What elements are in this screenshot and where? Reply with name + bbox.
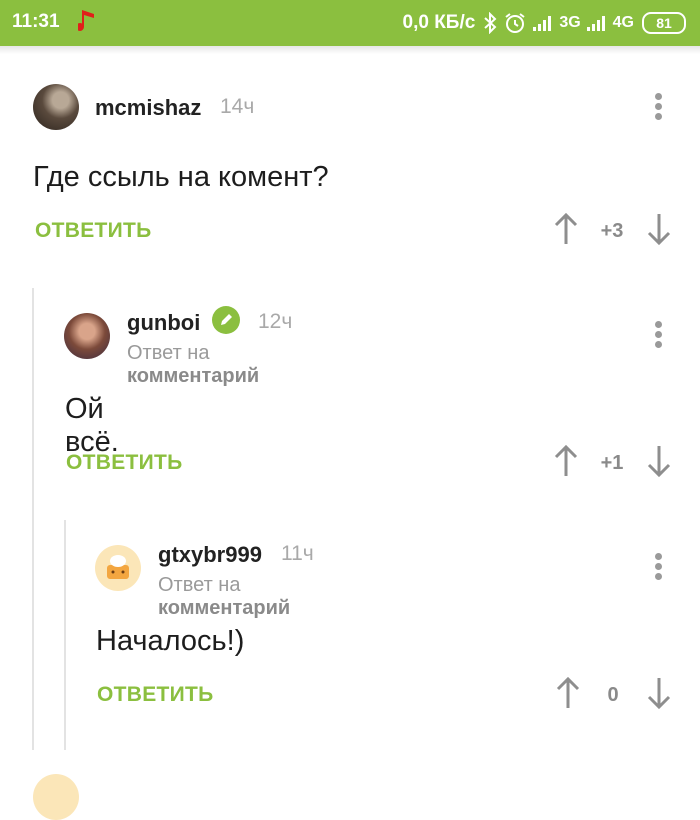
more-options-icon[interactable] <box>654 321 664 349</box>
more-options-icon[interactable] <box>654 93 664 121</box>
reply-button[interactable]: ОТВЕТИТЬ <box>97 683 214 707</box>
comment-score: 0 <box>607 684 619 706</box>
comment-author[interactable]: gtxybr999 <box>158 542 262 568</box>
thread-line <box>64 520 66 750</box>
upvote-arrow-icon[interactable] <box>555 676 581 710</box>
downvote-arrow-icon[interactable] <box>646 212 672 246</box>
upvote-arrow-icon[interactable] <box>553 212 579 246</box>
comment-time: 14ч <box>220 95 255 118</box>
comment-time: 12ч <box>258 310 293 333</box>
upvote-arrow-icon[interactable] <box>553 444 579 478</box>
avatar[interactable] <box>64 313 110 359</box>
comment-author[interactable]: gunboi <box>127 310 200 336</box>
downvote-arrow-icon[interactable] <box>646 676 672 710</box>
reply-prefix: Ответ на <box>158 574 241 596</box>
comment-author[interactable]: mcmishaz <box>95 95 201 121</box>
reply-to-label: Ответ на комментарий <box>127 342 259 388</box>
comment-score: +3 <box>600 220 624 242</box>
more-options-icon[interactable] <box>654 553 664 581</box>
reply-button[interactable]: ОТВЕТИТЬ <box>66 451 183 475</box>
comment-text: Ой всё. <box>65 393 119 458</box>
reply-prefix: Ответ на <box>127 342 210 364</box>
reply-target-link[interactable]: комментарий <box>158 597 290 619</box>
avatar[interactable] <box>33 84 79 130</box>
comment-text: Где ссыль на комент? <box>33 161 329 193</box>
reply-target-link[interactable]: комментарий <box>127 365 259 387</box>
comment-score: +1 <box>600 452 624 474</box>
downvote-arrow-icon[interactable] <box>646 444 672 478</box>
avatar[interactable] <box>95 545 141 591</box>
reply-button[interactable]: ОТВЕТИТЬ <box>35 219 152 243</box>
comment-time: 11ч <box>281 542 314 565</box>
reply-to-label: Ответ на комментарий <box>158 574 290 620</box>
thread-line <box>32 288 34 750</box>
comment-text: Началось!) <box>96 625 245 657</box>
avatar[interactable] <box>33 774 79 820</box>
comment: mcmishaz 14ч Где ссыль на комент? ОТВЕТИ… <box>0 0 700 784</box>
verified-badge-icon <box>212 306 240 334</box>
